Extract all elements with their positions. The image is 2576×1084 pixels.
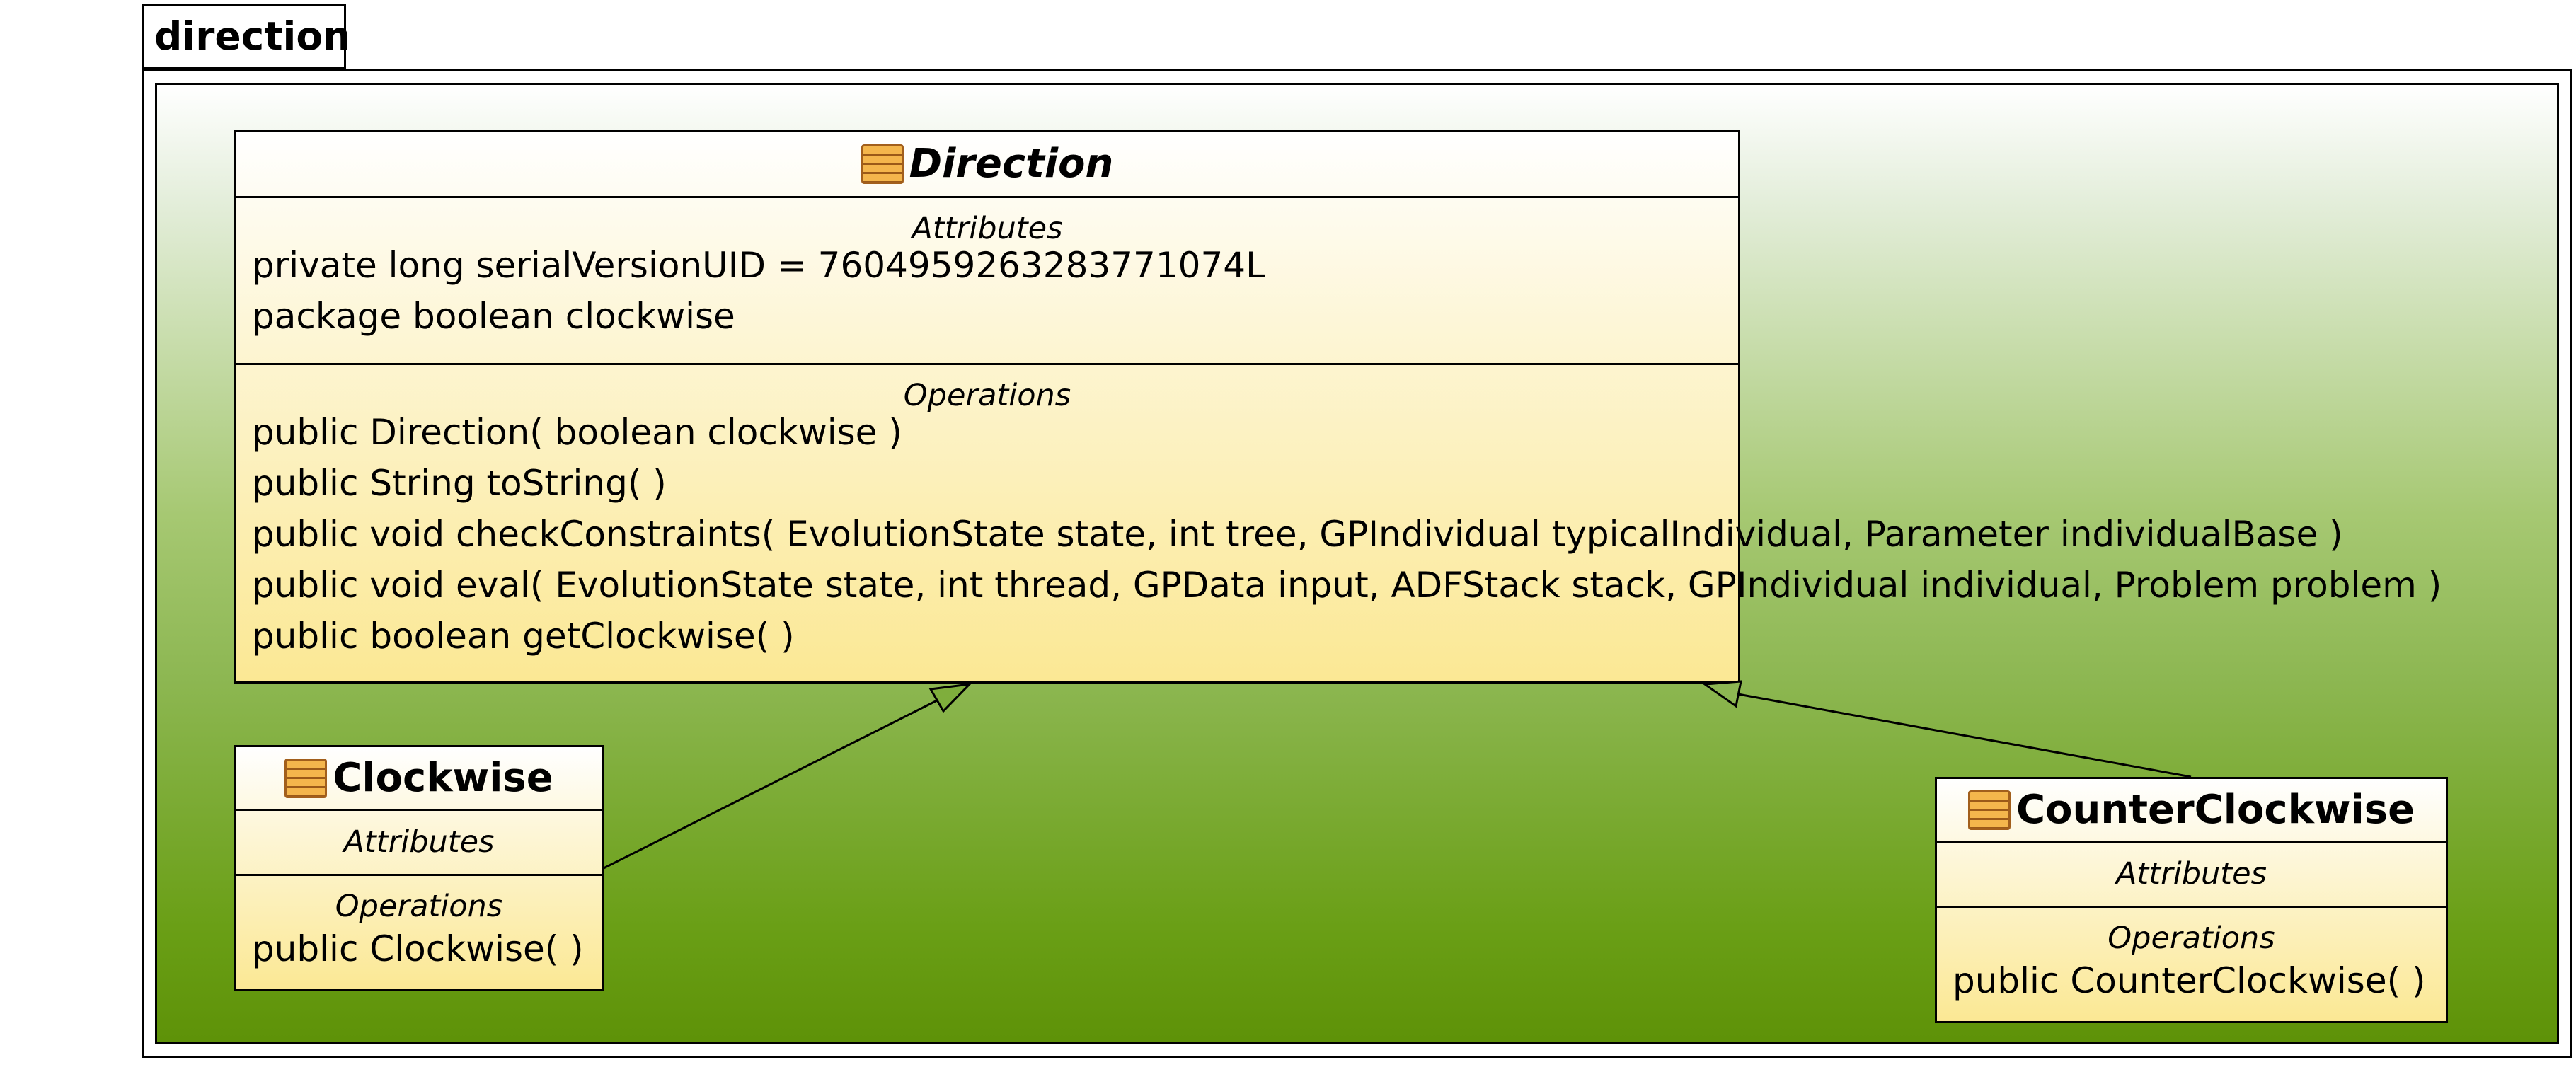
generalization-counter-clockwise[interactable] [1701, 680, 2192, 778]
connectors-layer [603, 680, 2192, 870]
generalization-arrowhead [1701, 680, 1742, 708]
generalization-arrowhead [928, 682, 973, 713]
generalization-clockwise[interactable] [603, 682, 973, 870]
generalization-line [603, 699, 938, 870]
generalization-line [1737, 693, 2192, 778]
